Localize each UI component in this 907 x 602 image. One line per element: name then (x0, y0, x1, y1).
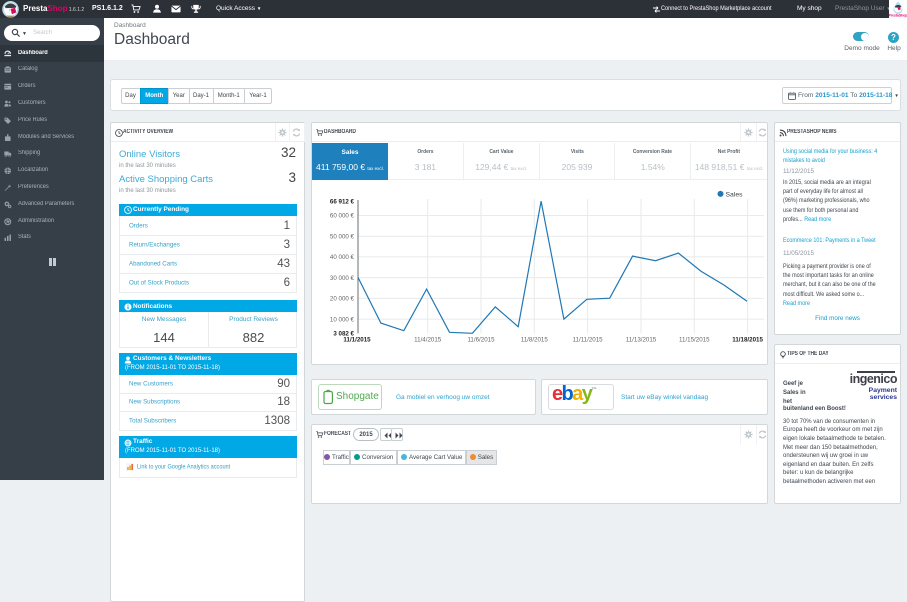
svg-text:11/11/2015: 11/11/2015 (573, 337, 604, 344)
svg-text:30 000 €: 30 000 € (330, 275, 355, 282)
svg-text:10 000 €: 10 000 € (330, 316, 355, 323)
svg-text:60 000 €: 60 000 € (330, 213, 355, 220)
svg-text:20 000 €: 20 000 € (330, 296, 355, 303)
svg-text:11/4/2015: 11/4/2015 (414, 337, 442, 344)
svg-text:66 912 €: 66 912 € (330, 198, 355, 205)
svg-text:11/15/2015: 11/15/2015 (679, 337, 710, 344)
svg-text:11/18/2015: 11/18/2015 (732, 337, 763, 344)
svg-text:11/8/2015: 11/8/2015 (521, 337, 549, 344)
svg-text:50 000 €: 50 000 € (330, 233, 355, 240)
svg-text:PrestaShop: PrestaShop (889, 14, 907, 18)
svg-text:11/6/2015: 11/6/2015 (467, 337, 495, 344)
svg-text:Sales: Sales (726, 191, 744, 198)
svg-text:40 000 €: 40 000 € (330, 254, 355, 261)
svg-text:11/1/2015: 11/1/2015 (343, 337, 371, 344)
svg-text:11/13/2015: 11/13/2015 (626, 337, 657, 344)
